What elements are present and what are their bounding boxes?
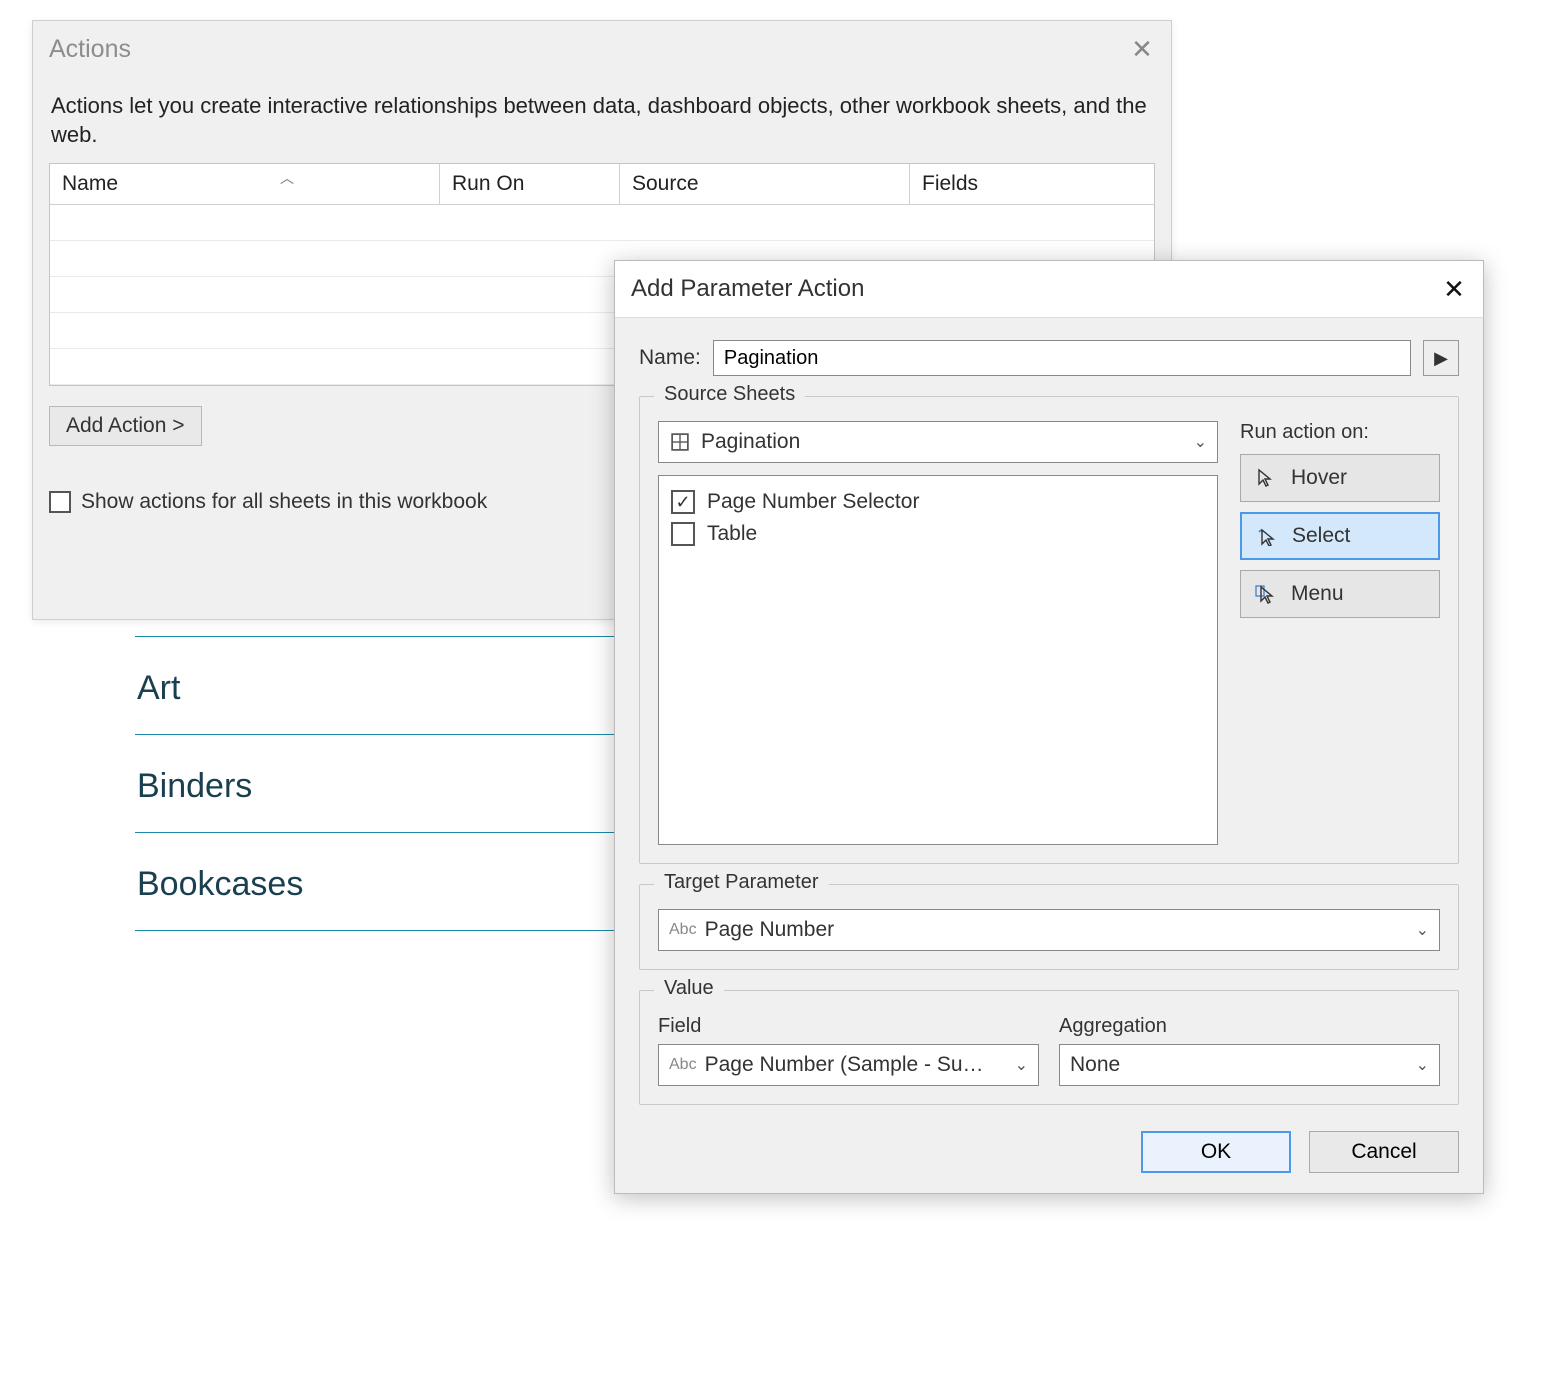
source-dashboard-dropdown[interactable]: Pagination ⌄ [658, 421, 1218, 463]
actions-description: Actions let you create interactive relat… [33, 74, 1171, 159]
sheet-item-label: Page Number Selector [707, 490, 919, 514]
show-all-label: Show actions for all sheets in this work… [81, 490, 487, 514]
add-parameter-action-dialog: Add Parameter Action ✕ Name: ▶ Source Sh… [614, 260, 1484, 1194]
aggregation-label: Aggregation [1059, 1015, 1440, 1038]
abc-type-icon: Abc [669, 1056, 697, 1074]
sort-caret-icon: ︿ [280, 168, 294, 188]
cursor-menu-icon [1255, 584, 1275, 604]
run-select-label: Select [1292, 524, 1350, 548]
target-parameter-fieldset: Target Parameter Abc Page Number ⌄ [639, 884, 1459, 970]
actions-title: Actions [49, 35, 131, 64]
checkbox-icon[interactable] [671, 522, 695, 546]
bg-label: Bookcases [137, 865, 303, 904]
name-input[interactable] [713, 340, 1411, 376]
add-action-button[interactable]: Add Action > [49, 406, 202, 446]
ok-button[interactable]: OK [1141, 1131, 1291, 1173]
value-legend: Value [654, 977, 724, 1000]
bg-label: Art [137, 669, 180, 708]
chevron-down-icon: ⌄ [1194, 432, 1207, 452]
close-icon[interactable]: ✕ [1129, 37, 1155, 63]
chevron-down-icon: ⌄ [1015, 1055, 1028, 1075]
run-hover-label: Hover [1291, 466, 1347, 490]
bg-label: Binders [137, 767, 252, 806]
col-name[interactable]: Name ︿ [50, 164, 440, 204]
sheet-item-label: Table [707, 522, 757, 546]
insert-arrow-button[interactable]: ▶ [1423, 340, 1459, 376]
cancel-button[interactable]: Cancel [1309, 1131, 1459, 1173]
run-hover-button[interactable]: Hover [1240, 454, 1440, 502]
param-dialog-title: Add Parameter Action [631, 275, 864, 303]
table-row [50, 205, 1154, 241]
sheet-item[interactable]: Table [671, 518, 1205, 550]
target-parameter-legend: Target Parameter [654, 871, 829, 894]
field-label: Field [658, 1015, 1039, 1038]
col-run-on[interactable]: Run On [440, 164, 620, 204]
cursor-icon [1255, 468, 1275, 488]
close-icon[interactable]: ✕ [1441, 276, 1467, 302]
run-select-button[interactable]: Select [1240, 512, 1440, 560]
abc-type-icon: Abc [669, 921, 697, 939]
source-sheets-legend: Source Sheets [654, 383, 805, 406]
col-source[interactable]: Source [620, 164, 910, 204]
target-parameter-dropdown[interactable]: Abc Page Number ⌄ [658, 909, 1440, 951]
triangle-right-icon: ▶ [1434, 348, 1448, 369]
checkbox-icon[interactable]: ✓ [671, 490, 695, 514]
run-menu-label: Menu [1291, 582, 1344, 606]
source-dashboard-value: Pagination [701, 430, 800, 454]
actions-table-header: Name ︿ Run On Source Fields [50, 164, 1154, 205]
chevron-down-icon: ⌄ [1416, 1055, 1429, 1075]
field-value: Page Number (Sample - Su… [705, 1053, 984, 1077]
dashboard-icon [669, 431, 691, 453]
col-fields[interactable]: Fields [910, 164, 1154, 204]
run-action-label: Run action on: [1240, 421, 1440, 444]
field-dropdown[interactable]: Abc Page Number (Sample - Su… ⌄ [658, 1044, 1039, 1086]
aggregation-dropdown[interactable]: None ⌄ [1059, 1044, 1440, 1086]
source-sheet-list: ✓ Page Number Selector Table [658, 475, 1218, 845]
cursor-select-icon [1256, 526, 1276, 546]
run-menu-button[interactable]: Menu [1240, 570, 1440, 618]
chevron-down-icon: ⌄ [1416, 920, 1429, 940]
sheet-item[interactable]: ✓ Page Number Selector [671, 486, 1205, 518]
target-parameter-value: Page Number [705, 918, 835, 942]
aggregation-value: None [1070, 1053, 1120, 1077]
name-label: Name: [639, 346, 701, 370]
checkbox-icon[interactable] [49, 491, 71, 513]
source-sheets-fieldset: Source Sheets Pagination ⌄ ✓ Page Number… [639, 396, 1459, 864]
value-fieldset: Value Field Abc Page Number (Sample - Su… [639, 990, 1459, 1105]
